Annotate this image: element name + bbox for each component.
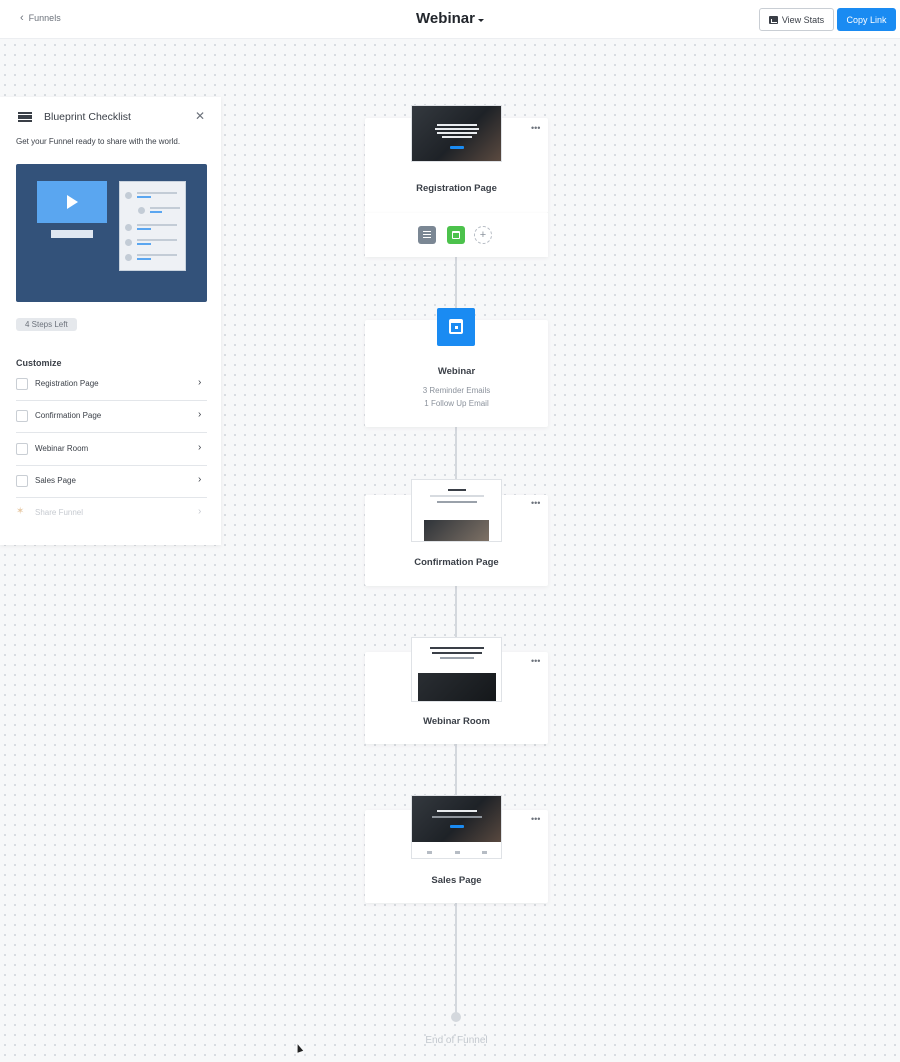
- party-popper-icon: ✶: [16, 506, 25, 517]
- chevron-right-icon: ›: [198, 442, 202, 453]
- chevron-right-icon: ›: [198, 506, 202, 517]
- reminder-emails-text: 3 Reminder Emails: [422, 386, 491, 395]
- funnel-title: Webinar: [416, 10, 475, 27]
- top-bar: ‹ Funnels Webinar View Stats Copy Link: [0, 0, 900, 39]
- checkbox[interactable]: [16, 475, 28, 487]
- checklist-item-share-funnel: ✶ Share Funnel ›: [16, 497, 207, 530]
- list-icon: [423, 231, 431, 238]
- funnel-title-dropdown[interactable]: Webinar: [416, 10, 484, 27]
- follow-up-email-text: 1 Follow Up Email: [424, 399, 489, 408]
- checklist-item-label: Webinar Room: [35, 444, 89, 453]
- chart-icon: [768, 15, 778, 24]
- more-options-icon[interactable]: •••: [531, 657, 540, 666]
- step-label: Confirmation Page: [414, 557, 499, 568]
- step-label: Webinar: [437, 366, 476, 377]
- add-form-button[interactable]: [418, 226, 436, 244]
- play-icon: [67, 195, 78, 209]
- checkbox[interactable]: [16, 410, 28, 422]
- connector-line: [455, 903, 457, 1015]
- blueprint-illustration: [16, 164, 207, 302]
- panel-header: Blueprint Checklist: [18, 111, 131, 123]
- panel-subtitle: Get your Funnel ready to share with the …: [16, 137, 181, 146]
- checklist-item-sales-page[interactable]: Sales Page ›: [16, 465, 207, 498]
- add-calendar-button[interactable]: [447, 226, 465, 244]
- checklist-item-registration-page[interactable]: Registration Page ›: [16, 368, 207, 401]
- more-options-icon[interactable]: •••: [531, 815, 540, 824]
- checkbox[interactable]: [16, 443, 28, 455]
- blueprint-checklist-panel: Blueprint Checklist ✕ Get your Funnel re…: [0, 97, 221, 545]
- step-label: Registration Page: [416, 183, 497, 194]
- chevron-right-icon: ›: [198, 377, 202, 388]
- view-stats-label: View Stats: [781, 14, 825, 25]
- panel-title: Blueprint Checklist: [44, 111, 131, 123]
- add-step-button[interactable]: +: [474, 226, 492, 244]
- sales-page-thumbnail[interactable]: [411, 795, 502, 859]
- checklist-illustration: [119, 181, 186, 271]
- steps-left-badge: 4 Steps Left: [16, 318, 77, 331]
- mouse-cursor: [294, 1043, 304, 1053]
- checklist-item-label: Share Funnel: [35, 508, 84, 517]
- checkbox[interactable]: [16, 378, 28, 390]
- calendar-icon: [449, 319, 463, 334]
- more-options-icon[interactable]: •••: [531, 124, 540, 133]
- view-stats-button[interactable]: View Stats: [759, 8, 834, 31]
- video-illustration: [37, 181, 107, 223]
- checklist-item-webinar-room[interactable]: Webinar Room ›: [16, 433, 207, 466]
- checklist-item-label: Confirmation Page: [35, 411, 102, 420]
- copy-link-button[interactable]: Copy Link: [837, 8, 896, 31]
- customize-heading: Customize: [16, 358, 62, 368]
- confirmation-page-thumbnail[interactable]: [411, 479, 502, 542]
- end-of-funnel-label: End of Funnel: [425, 1035, 488, 1046]
- checklist-item-label: Registration Page: [35, 379, 99, 388]
- webinar-event-icon[interactable]: [437, 308, 475, 346]
- registration-actions-bar: +: [365, 213, 548, 257]
- close-icon[interactable]: ✕: [195, 110, 205, 122]
- end-of-funnel-marker: [451, 1012, 461, 1022]
- step-label: Sales Page: [431, 875, 482, 886]
- chevron-right-icon: ›: [198, 474, 202, 485]
- checklist-item-confirmation-page[interactable]: Confirmation Page ›: [16, 400, 207, 433]
- chevron-right-icon: ›: [198, 409, 202, 420]
- step-label: Webinar Room: [423, 716, 490, 727]
- more-options-icon[interactable]: •••: [531, 499, 540, 508]
- webinar-room-thumbnail[interactable]: [411, 637, 502, 702]
- registration-page-thumbnail[interactable]: [411, 105, 502, 162]
- caret-down-icon: [477, 18, 484, 22]
- checklist-item-label: Sales Page: [35, 476, 76, 485]
- calendar-icon: [452, 231, 460, 239]
- list-icon: [18, 112, 32, 122]
